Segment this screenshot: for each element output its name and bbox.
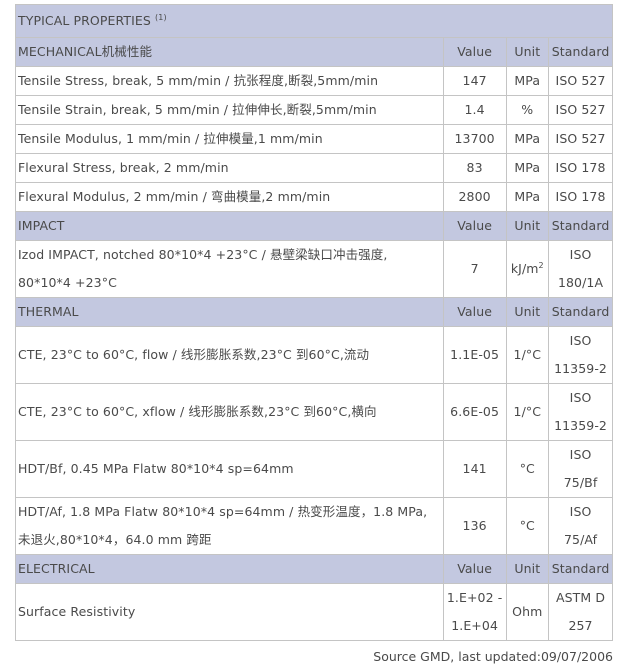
unit-cell: °C — [505, 440, 550, 498]
property-cell: Tensile Strain, break, 5 mm/min / 拉伸伸长,断… — [15, 95, 444, 125]
property-cell: HDT/Bf, 0.45 MPa Flatw 80*10*4 sp=64mm — [15, 440, 444, 498]
table-row: CTE, 23°C to 60°C, flow / 线形膨胀系数,23°C 到6… — [15, 326, 613, 384]
property-cell: CTE, 23°C to 60°C, xflow / 线形膨胀系数,23°C 到… — [15, 383, 444, 441]
header-standard: Standard — [548, 554, 613, 584]
value-cell: 1.1E-05 — [442, 326, 507, 384]
value-cell: 147 — [442, 66, 507, 96]
table-row: Surface Resistivity 1.E+02 - 1.E+04 Ohm … — [15, 583, 613, 641]
value-cell: 7 — [442, 240, 507, 298]
standard-cell: ISO 75/Af — [548, 497, 613, 555]
unit-cell: 1/°C — [505, 383, 550, 441]
unit-cell: MPa — [505, 66, 550, 96]
standard-cell: ISO 11359-2 — [548, 326, 613, 384]
section-header-mechanical: MECHANICAL机械性能 Value Unit Standard — [15, 37, 613, 67]
table-row: Tensile Stress, break, 5 mm/min / 抗张程度,断… — [15, 66, 613, 96]
value-cell: 1.E+02 - 1.E+04 — [442, 583, 507, 641]
table-row: Izod IMPACT, notched 80*10*4 +23°C / 悬壁梁… — [15, 240, 613, 298]
unit-cell: 1/°C — [505, 326, 550, 384]
value-cell: 1.4 — [442, 95, 507, 125]
source-note: Source GMD, last updated:09/07/2006 — [373, 649, 613, 664]
header-value: Value — [442, 297, 507, 327]
header-unit: Unit — [505, 211, 550, 241]
table-row: Flexural Modulus, 2 mm/min / 弯曲模量,2 mm/m… — [15, 182, 613, 212]
value-cell: 136 — [442, 497, 507, 555]
property-cell: Flexural Modulus, 2 mm/min / 弯曲模量,2 mm/m… — [15, 182, 444, 212]
header-standard: Standard — [548, 211, 613, 241]
property-cell: Tensile Stress, break, 5 mm/min / 抗张程度,断… — [15, 66, 444, 96]
title-text: TYPICAL PROPERTIES — [18, 13, 151, 28]
unit-cell: MPa — [505, 182, 550, 212]
table-row: HDT/Af, 1.8 MPa Flatw 80*10*4 sp=64mm / … — [15, 497, 613, 555]
value-cell: 6.6E-05 — [442, 383, 507, 441]
section-header-impact: IMPACT Value Unit Standard — [15, 211, 613, 241]
table-title: TYPICAL PROPERTIES (1) — [15, 4, 613, 38]
header-standard: Standard — [548, 37, 613, 67]
value-cell: 2800 — [442, 182, 507, 212]
section-name: THERMAL — [15, 297, 444, 327]
section-header-thermal: THERMAL Value Unit Standard — [15, 297, 613, 327]
section-header-electrical: ELECTRICAL Value Unit Standard — [15, 554, 613, 584]
value-cell: 141 — [442, 440, 507, 498]
header-unit: Unit — [505, 37, 550, 67]
standard-cell: ISO 178 — [548, 182, 613, 212]
property-cell: Tensile Modulus, 1 mm/min / 拉伸模量,1 mm/mi… — [15, 124, 444, 154]
table-row: HDT/Bf, 0.45 MPa Flatw 80*10*4 sp=64mm 1… — [15, 440, 613, 498]
table-title-row: TYPICAL PROPERTIES (1) — [15, 4, 613, 38]
property-cell: HDT/Af, 1.8 MPa Flatw 80*10*4 sp=64mm / … — [15, 497, 444, 555]
unit-cell: MPa — [505, 124, 550, 154]
unit-cell: % — [505, 95, 550, 125]
property-cell: Flexural Stress, break, 2 mm/min — [15, 153, 444, 183]
standard-cell: ISO 527 — [548, 95, 613, 125]
unit-cell: Ohm — [505, 583, 550, 641]
standard-cell: ISO 527 — [548, 124, 613, 154]
unit-base: kJ/m — [510, 261, 539, 276]
table-row: CTE, 23°C to 60°C, xflow / 线形膨胀系数,23°C 到… — [15, 383, 613, 441]
section-name: MECHANICAL机械性能 — [15, 37, 444, 67]
properties-table: TYPICAL PROPERTIES (1) MECHANICAL机械性能 Va… — [15, 4, 613, 641]
property-cell: Surface Resistivity — [15, 583, 444, 641]
standard-cell: ISO 75/Bf — [548, 440, 613, 498]
property-cell: CTE, 23°C to 60°C, flow / 线形膨胀系数,23°C 到6… — [15, 326, 444, 384]
standard-cell: ISO 11359-2 — [548, 383, 613, 441]
header-unit: Unit — [505, 297, 550, 327]
header-value: Value — [442, 554, 507, 584]
header-unit: Unit — [505, 554, 550, 584]
properties-panel: TYPICAL PROPERTIES (1) MECHANICAL机械性能 Va… — [15, 4, 614, 664]
value-cell: 13700 — [442, 124, 507, 154]
unit-superscript: 2 — [538, 260, 544, 270]
property-cell: Izod IMPACT, notched 80*10*4 +23°C / 悬壁梁… — [15, 240, 444, 298]
unit-cell: MPa — [505, 153, 550, 183]
header-value: Value — [442, 211, 507, 241]
section-name: ELECTRICAL — [15, 554, 444, 584]
standard-cell: ISO 178 — [548, 153, 613, 183]
header-value: Value — [442, 37, 507, 67]
table-row: Flexural Stress, break, 2 mm/min 83 MPa … — [15, 153, 613, 183]
header-standard: Standard — [548, 297, 613, 327]
table-row: Tensile Modulus, 1 mm/min / 拉伸模量,1 mm/mi… — [15, 124, 613, 154]
standard-cell: ISO 527 — [548, 66, 613, 96]
title-footnote: (1) — [155, 12, 167, 22]
value-cell: 83 — [442, 153, 507, 183]
standard-cell: ISO 180/1A — [548, 240, 613, 298]
unit-cell: °C — [505, 497, 550, 555]
unit-cell: kJ/m2 — [505, 240, 550, 298]
section-name: IMPACT — [15, 211, 444, 241]
standard-cell: ASTM D 257 — [548, 583, 613, 641]
table-row: Tensile Strain, break, 5 mm/min / 拉伸伸长,断… — [15, 95, 613, 125]
